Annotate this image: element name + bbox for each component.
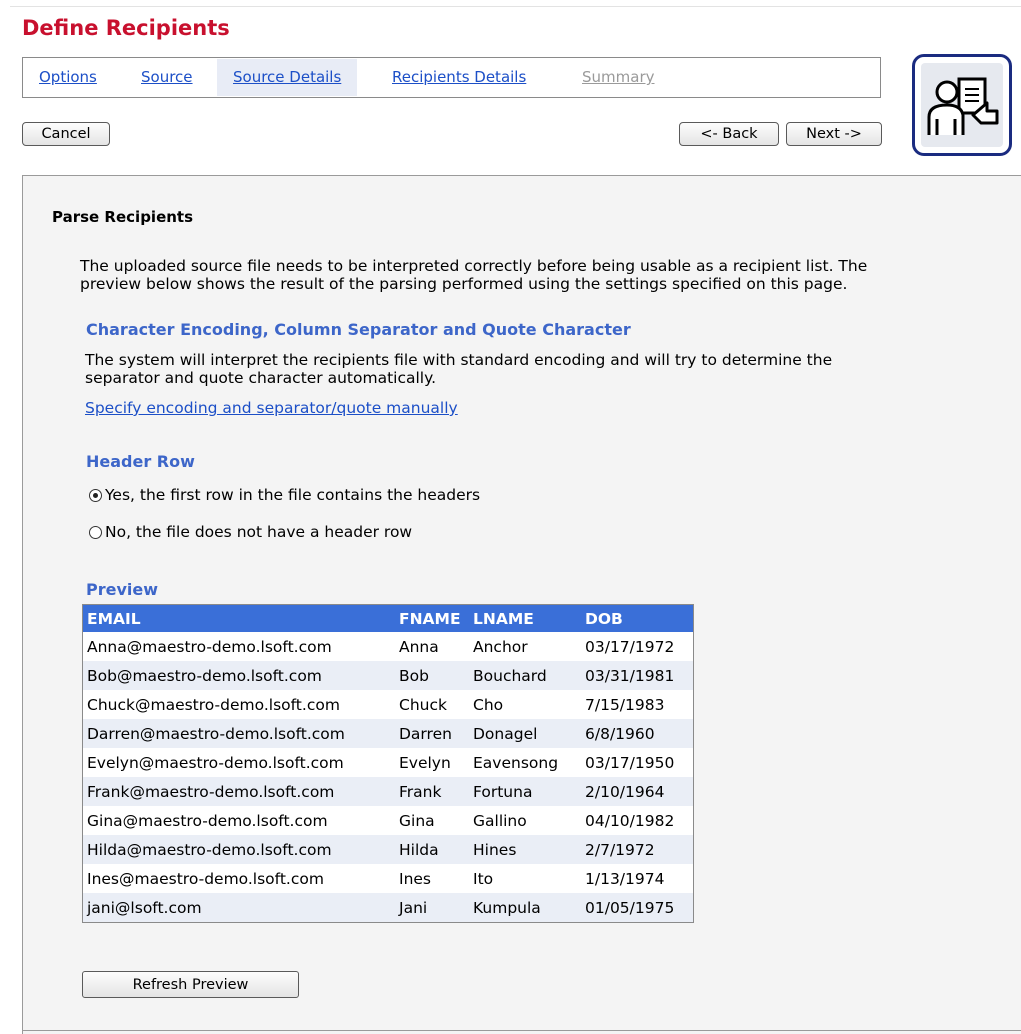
cell-lname: Fortuna: [469, 777, 581, 806]
cell-fname: Evelyn: [395, 748, 469, 777]
table-row: Frank@maestro-demo.lsoft.com Frank Fortuna…: [82, 777, 694, 806]
preview-heading: Preview: [86, 580, 159, 599]
tab-recipients-details[interactable]: Recipients Details: [392, 59, 526, 96]
preview-table: EMAIL FNAME LNAME DOB Anna@maestro-demo.…: [82, 604, 694, 923]
cell-dob: 03/17/1972: [581, 632, 694, 661]
top-divider: [10, 6, 1021, 7]
cell-email: Bob@maestro-demo.lsoft.com: [82, 661, 395, 690]
table-row: Bob@maestro-demo.lsoft.com Bob Bouchard 03/…: [82, 661, 694, 690]
cell-dob: 1/13/1974: [581, 864, 694, 893]
cell-dob: 03/17/1950: [581, 748, 694, 777]
column-header-dob: DOB: [581, 604, 694, 632]
table-row: Ines@maestro-demo.lsoft.com Ines Ito 1/13/1…: [82, 864, 694, 893]
cell-dob: 03/31/1981: [581, 661, 694, 690]
cell-dob: 04/10/1982: [581, 806, 694, 835]
encoding-heading: Character Encoding, Column Separator and…: [86, 320, 631, 339]
cell-lname: Hines: [469, 835, 581, 864]
section-title: Parse Recipients: [52, 208, 194, 226]
cell-email: Evelyn@maestro-demo.lsoft.com: [82, 748, 395, 777]
tab-source-details[interactable]: Source Details: [217, 59, 358, 96]
tab-source[interactable]: Source: [141, 59, 193, 96]
cell-email: Anna@maestro-demo.lsoft.com: [82, 632, 395, 661]
cell-fname: Bob: [395, 661, 469, 690]
cell-fname: Gina: [395, 806, 469, 835]
header-row-yes-radio[interactable]: [89, 488, 102, 502]
header-row-no-option[interactable]: No, the file does not have a header row: [89, 523, 412, 541]
cell-dob: 01/05/1975: [581, 893, 694, 923]
cancel-button[interactable]: Cancel: [22, 122, 110, 146]
header-row-yes-label: Yes, the first row in the file contains …: [105, 486, 481, 504]
header-row-no-radio[interactable]: [89, 525, 102, 539]
preview-header-row: EMAIL FNAME LNAME DOB: [82, 604, 694, 632]
back-button[interactable]: <- Back: [679, 122, 779, 146]
cell-lname: Kumpula: [469, 893, 581, 923]
cell-email: Darren@maestro-demo.lsoft.com: [82, 719, 395, 748]
refresh-preview-button[interactable]: Refresh Preview: [82, 971, 299, 998]
cell-email: Frank@maestro-demo.lsoft.com: [82, 777, 395, 806]
table-row: Darren@maestro-demo.lsoft.com Darren Donag…: [82, 719, 694, 748]
column-header-lname: LNAME: [469, 604, 581, 632]
cell-dob: 2/7/1972: [581, 835, 694, 864]
cell-email: Gina@maestro-demo.lsoft.com: [82, 806, 395, 835]
table-row: Gina@maestro-demo.lsoft.com Gina Gallino 04…: [82, 806, 694, 835]
cell-dob: 2/10/1964: [581, 777, 694, 806]
column-header-email: EMAIL: [82, 604, 395, 632]
intro-text-line2: preview below shows the result of the pa…: [80, 275, 848, 293]
cell-fname: Ines: [395, 864, 469, 893]
cell-lname: Gallino: [469, 806, 581, 835]
header-row-no-label: No, the file does not have a header row: [105, 523, 413, 541]
presenter-board-icon: [927, 77, 999, 135]
header-row-yes-option[interactable]: Yes, the first row in the file contains …: [89, 486, 480, 504]
table-row: Anna@maestro-demo.lsoft.com Anna Anchor 03/…: [82, 632, 694, 661]
cell-fname: Jani: [395, 893, 469, 923]
encoding-text-line2: separator and quote character automatica…: [85, 369, 436, 387]
header-row-heading: Header Row: [86, 452, 195, 471]
cell-lname: Anchor: [469, 632, 581, 661]
table-row: Chuck@maestro-demo.lsoft.com Chuck Cho 7/15…: [82, 690, 694, 719]
cell-email: Chuck@maestro-demo.lsoft.com: [82, 690, 395, 719]
cell-fname: Darren: [395, 719, 469, 748]
table-row: jani@lsoft.com Jani Kumpula 01/05/1975: [82, 893, 694, 923]
page-title: Define Recipients: [22, 16, 230, 40]
manual-encoding-link[interactable]: Specify encoding and separator/quote man…: [85, 399, 458, 417]
cell-email: jani@lsoft.com: [82, 893, 395, 923]
cell-fname: Anna: [395, 632, 469, 661]
column-header-fname: FNAME: [395, 604, 469, 632]
tab-summary: Summary: [582, 68, 655, 86]
table-row: Hilda@maestro-demo.lsoft.com Hilda Hines 2/…: [82, 835, 694, 864]
cell-fname: Hilda: [395, 835, 469, 864]
cell-lname: Donagel: [469, 719, 581, 748]
cell-lname: Eavensong: [469, 748, 581, 777]
panel-bottom-border: [22, 1030, 1021, 1031]
encoding-text-line1: The system will interpret the recipients…: [85, 351, 833, 369]
cell-fname: Frank: [395, 777, 469, 806]
preview-table-body: Anna@maestro-demo.lsoft.com Anna Anchor 03/…: [82, 632, 694, 923]
cell-lname: Bouchard: [469, 661, 581, 690]
table-row: Evelyn@maestro-demo.lsoft.com Evelyn Eaven…: [82, 748, 694, 777]
tab-options[interactable]: Options: [39, 59, 97, 96]
cell-dob: 7/15/1983: [581, 690, 694, 719]
cell-email: Hilda@maestro-demo.lsoft.com: [82, 835, 395, 864]
wizard-tab-bar: Options Source Source Details Recipients…: [22, 57, 881, 98]
cell-lname: Ito: [469, 864, 581, 893]
cell-lname: Cho: [469, 690, 581, 719]
next-button[interactable]: Next ->: [786, 122, 882, 146]
wizard-logo: [912, 54, 1012, 156]
cell-email: Ines@maestro-demo.lsoft.com: [82, 864, 395, 893]
cell-fname: Chuck: [395, 690, 469, 719]
cell-dob: 6/8/1960: [581, 719, 694, 748]
intro-text-line1: The uploaded source file needs to be int…: [80, 257, 868, 275]
